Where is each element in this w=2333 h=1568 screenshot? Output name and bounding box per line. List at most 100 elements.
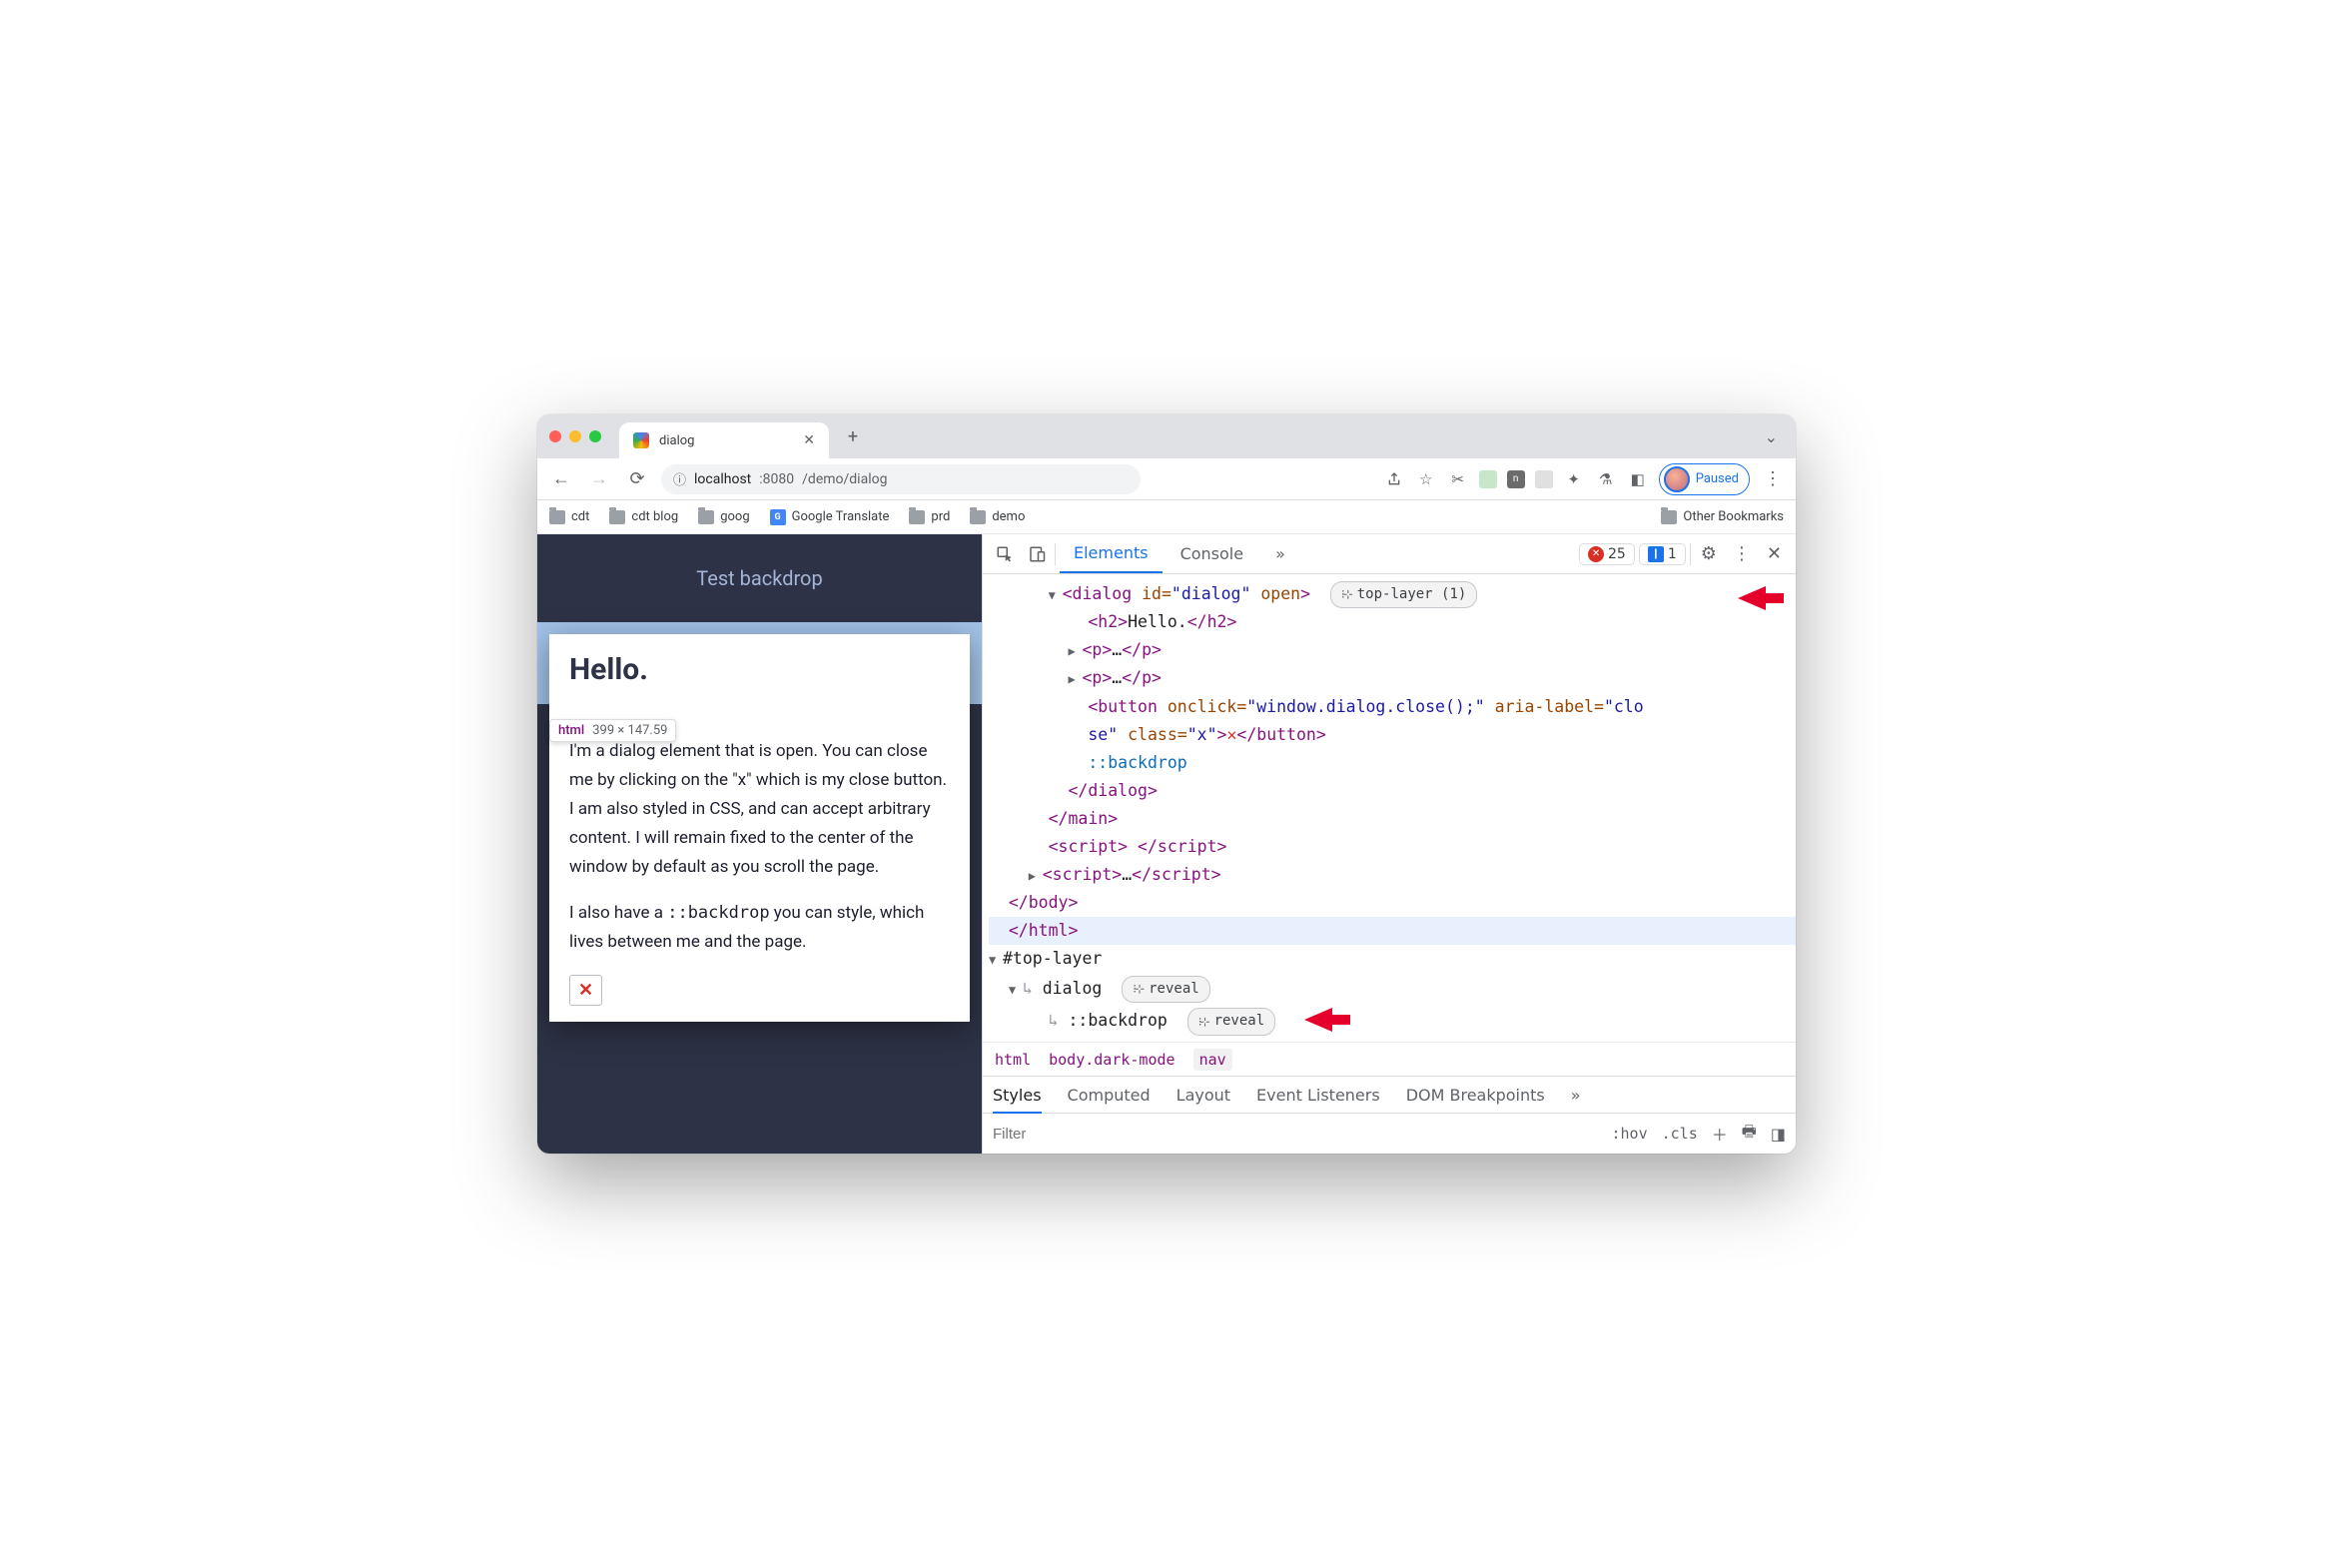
disclosure-triangle-icon[interactable]: [1009, 980, 1023, 1000]
dom-node-p2[interactable]: <p>…</p>: [989, 664, 1796, 692]
dom-node-backdrop-pseudo[interactable]: ::backdrop: [989, 749, 1796, 777]
devtools-settings-icon[interactable]: ⚙: [1695, 543, 1723, 564]
disclosure-triangle-icon[interactable]: [1029, 866, 1043, 886]
dom-node-button-l2[interactable]: se" class="x">✕</button>: [989, 721, 1796, 749]
hov-toggle[interactable]: :hov: [1612, 1125, 1648, 1143]
bookmark-goog[interactable]: goog: [698, 509, 749, 524]
labs-flask-icon[interactable]: ⚗: [1595, 468, 1617, 490]
tab-console[interactable]: Console: [1166, 534, 1258, 573]
tooltip-dimensions: 399 × 147.59: [592, 723, 667, 738]
dom-node-script2[interactable]: <script>…</script>: [989, 861, 1796, 889]
inspect-pick-icon: ⁝⊹: [1198, 1012, 1208, 1032]
bookmark-translate[interactable]: GGoogle Translate: [770, 509, 890, 525]
reveal-badge[interactable]: ⁝⊹reveal: [1187, 1008, 1275, 1036]
tab-layout[interactable]: Layout: [1176, 1086, 1230, 1105]
disclosure-triangle-icon[interactable]: [1068, 669, 1082, 689]
tab-styles-more[interactable]: »: [1571, 1086, 1581, 1105]
dialog-close-button[interactable]: ✕: [569, 975, 602, 1006]
toggle-sidebar-icon[interactable]: ◨: [1771, 1125, 1786, 1144]
tab-title: dialog: [659, 433, 694, 448]
disclosure-triangle-icon[interactable]: [1049, 585, 1063, 605]
tab-dom-breakpoints[interactable]: DOM Breakpoints: [1406, 1086, 1545, 1105]
test-backdrop-button[interactable]: Test backdrop: [537, 534, 982, 622]
dialog-element: Hello. I'm a dialog element that is open…: [549, 634, 970, 1022]
tab-styles[interactable]: Styles: [993, 1086, 1042, 1114]
disclosure-triangle-icon[interactable]: [1068, 641, 1082, 661]
tab-list-chevron-icon[interactable]: ⌄: [1759, 427, 1784, 446]
disclosure-triangle-icon[interactable]: [989, 950, 1003, 970]
bookmark-prd[interactable]: prd: [909, 509, 950, 524]
crumb-html[interactable]: html: [995, 1051, 1031, 1069]
extension-icon-3[interactable]: [1535, 470, 1553, 488]
maximize-window-icon[interactable]: [589, 430, 601, 442]
site-info-icon[interactable]: ⓘ: [673, 469, 686, 488]
dom-node-button-l1[interactable]: <button onclick="window.dialog.close();"…: [989, 693, 1796, 721]
minimize-window-icon[interactable]: [569, 430, 581, 442]
url-port: :8080: [759, 471, 794, 487]
extension-icon-1[interactable]: [1479, 470, 1497, 488]
dom-node-html-close[interactable]: </html>: [989, 917, 1796, 945]
bookmarks-bar: cdt cdt blog goog GGoogle Translate prd …: [537, 500, 1796, 534]
dom-node-top-layer-backdrop[interactable]: ↳ ::backdrop ⁝⊹reveal: [989, 1005, 1796, 1037]
cls-toggle[interactable]: .cls: [1662, 1125, 1698, 1143]
extensions-puzzle-icon[interactable]: ✦: [1563, 468, 1585, 490]
back-button[interactable]: ←: [547, 465, 575, 493]
messages-badge[interactable]: ❙1: [1639, 543, 1686, 565]
bookmark-star-icon[interactable]: ☆: [1415, 468, 1437, 490]
toolbar: ← → ⟳ ⓘ localhost:8080/demo/dialog ☆ ✂ n…: [537, 458, 1796, 500]
chrome-menu-icon[interactable]: ⋮: [1760, 468, 1786, 489]
reveal-badge[interactable]: ⁝⊹reveal: [1122, 976, 1209, 1004]
dom-node-body-close[interactable]: </body>: [989, 889, 1796, 917]
crumb-body[interactable]: body.dark-mode: [1049, 1051, 1174, 1069]
devtools-menu-icon[interactable]: ⋮: [1727, 543, 1757, 564]
styles-filter-bar: :hov .cls ＋ 🖶 ◨: [983, 1114, 1796, 1154]
dom-node-dialog-close[interactable]: </dialog>: [989, 777, 1796, 805]
errors-badge[interactable]: ✕25: [1579, 543, 1635, 565]
dom-node-script1[interactable]: <script> </script>: [989, 833, 1796, 861]
folder-icon: [970, 510, 986, 524]
side-panel-icon[interactable]: ◧: [1627, 468, 1649, 490]
top-layer-badge[interactable]: ⁝⊹top-layer (1): [1330, 581, 1477, 609]
tab-computed[interactable]: Computed: [1068, 1086, 1151, 1105]
extension-icon-2[interactable]: n: [1507, 470, 1525, 488]
tab-more[interactable]: »: [1261, 534, 1299, 573]
dom-node-dialog[interactable]: <dialog id="dialog" open> ⁝⊹top-layer (1…: [989, 580, 1796, 608]
tab-event-listeners[interactable]: Event Listeners: [1256, 1086, 1380, 1105]
device-toggle-icon[interactable]: [1023, 540, 1051, 568]
crumb-nav[interactable]: nav: [1193, 1049, 1232, 1071]
other-bookmarks[interactable]: Other Bookmarks: [1661, 509, 1784, 524]
bookmark-cdt[interactable]: cdt: [549, 509, 589, 524]
reload-button[interactable]: ⟳: [623, 465, 651, 493]
omnibox[interactable]: ⓘ localhost:8080/demo/dialog: [661, 464, 1141, 494]
dom-node-top-layer[interactable]: #top-layer: [989, 945, 1796, 973]
dom-node-h2[interactable]: <h2>Hello.</h2>: [989, 608, 1796, 636]
dialog-paragraph-1: I'm a dialog element that is open. You c…: [569, 737, 950, 881]
close-x-icon: ✕: [578, 980, 593, 1001]
bookmark-demo[interactable]: demo: [970, 509, 1025, 524]
dom-node-top-layer-dialog[interactable]: ↳ dialog ⁝⊹reveal: [989, 973, 1796, 1005]
browser-window: dialog ✕ + ⌄ ← → ⟳ ⓘ localhost:8080/demo…: [537, 414, 1796, 1154]
annotation-arrow-icon: [1736, 580, 1786, 616]
inspect-pick-icon: ⁝⊹: [1133, 979, 1143, 999]
share-icon[interactable]: [1383, 468, 1405, 490]
tab-close-icon[interactable]: ✕: [803, 432, 815, 448]
new-rule-plus-icon[interactable]: ＋: [1712, 1122, 1728, 1146]
print-icon[interactable]: 🖶: [1742, 1121, 1757, 1148]
profile-paused-pill[interactable]: Paused: [1659, 463, 1750, 495]
tooltip-tagname: html: [558, 723, 584, 738]
inspect-element-icon[interactable]: [991, 540, 1019, 568]
dom-node-main-close[interactable]: </main>: [989, 805, 1796, 833]
devtools-close-icon[interactable]: ✕: [1761, 543, 1788, 564]
styles-filter-input[interactable]: [993, 1114, 1598, 1154]
folder-icon: [698, 510, 714, 524]
new-tab-button[interactable]: +: [839, 422, 867, 450]
close-window-icon[interactable]: [549, 430, 561, 442]
scissors-icon[interactable]: ✂: [1447, 468, 1469, 490]
browser-tab[interactable]: dialog ✕: [619, 422, 829, 458]
dom-node-p1[interactable]: <p>…</p>: [989, 636, 1796, 664]
folder-icon: [1661, 510, 1677, 524]
tab-elements[interactable]: Elements: [1060, 534, 1163, 573]
dom-tree[interactable]: <dialog id="dialog" open> ⁝⊹top-layer (1…: [983, 574, 1796, 1042]
bookmark-cdt-blog[interactable]: cdt blog: [609, 509, 678, 524]
favicon-icon: [633, 432, 649, 448]
